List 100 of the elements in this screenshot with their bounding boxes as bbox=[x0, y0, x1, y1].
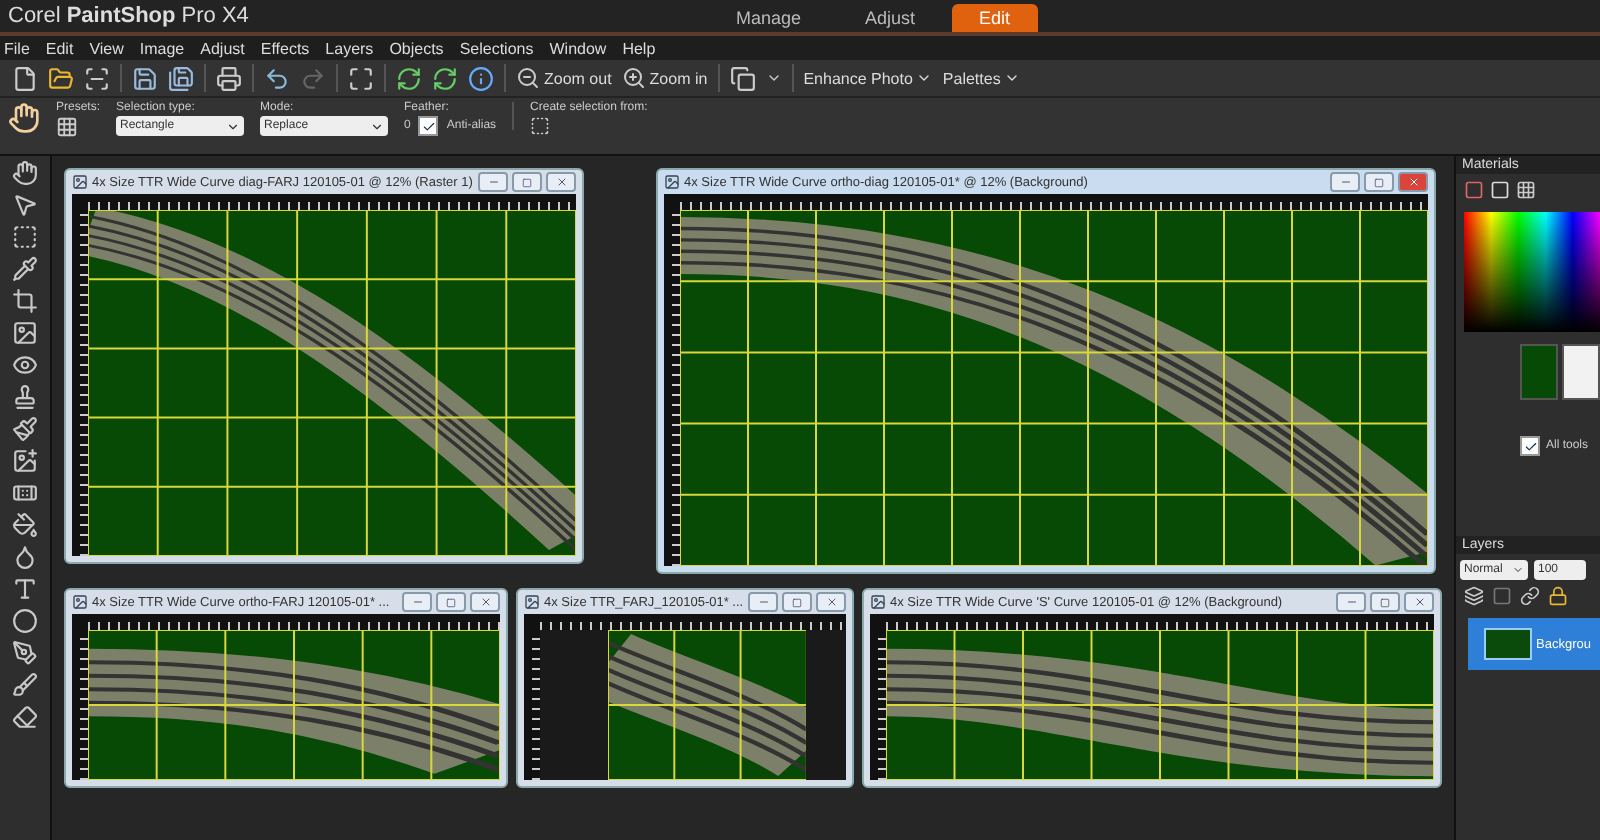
undo-icon[interactable] bbox=[264, 65, 290, 91]
info-icon[interactable] bbox=[468, 65, 494, 91]
scan-icon[interactable] bbox=[84, 65, 110, 91]
image-icon bbox=[72, 174, 88, 190]
minimize-icon bbox=[1339, 176, 1351, 188]
enhance-photo-button[interactable]: Enhance Photo bbox=[803, 69, 933, 87]
menu-item[interactable]: File bbox=[4, 39, 30, 57]
minimize-icon bbox=[487, 176, 499, 188]
minimize-icon bbox=[757, 596, 769, 608]
caret-icon bbox=[916, 70, 933, 86]
restore-icon bbox=[446, 597, 456, 607]
eraser-icon[interactable] bbox=[12, 704, 38, 730]
restore-button[interactable] bbox=[436, 592, 466, 612]
eye-icon[interactable] bbox=[12, 352, 38, 378]
circle-icon[interactable] bbox=[12, 608, 38, 634]
close-button[interactable] bbox=[470, 592, 500, 612]
restore-button[interactable] bbox=[1370, 592, 1400, 612]
workspace-tab[interactable]: Manage bbox=[708, 4, 830, 32]
zoom-in-button[interactable]: Zoom in bbox=[621, 66, 708, 90]
minimize-icon bbox=[411, 596, 423, 608]
droplet-icon[interactable] bbox=[12, 544, 38, 570]
save-as-icon[interactable] bbox=[168, 65, 194, 91]
pointer-icon[interactable] bbox=[12, 192, 38, 218]
caret-icon bbox=[226, 119, 241, 133]
text-icon[interactable] bbox=[12, 576, 38, 602]
new-file-icon[interactable] bbox=[12, 65, 38, 91]
close-button[interactable] bbox=[546, 172, 576, 192]
picture-icon[interactable] bbox=[12, 320, 38, 346]
caret-icon bbox=[1004, 70, 1021, 86]
print-icon[interactable] bbox=[216, 65, 242, 91]
hand-icon[interactable] bbox=[8, 102, 40, 134]
close-button[interactable] bbox=[1404, 592, 1434, 612]
brush-icon[interactable] bbox=[12, 672, 38, 698]
rotate-icon[interactable] bbox=[432, 65, 458, 91]
restore-icon bbox=[792, 597, 802, 607]
resize-icon[interactable] bbox=[348, 65, 374, 91]
app-title: Corel PaintShop Pro X4 bbox=[8, 4, 251, 28]
selection-icon[interactable] bbox=[12, 224, 38, 250]
presets-icon[interactable] bbox=[56, 116, 78, 138]
menu-item[interactable]: Selections bbox=[459, 39, 534, 57]
palette-tab-icon[interactable] bbox=[1516, 180, 1536, 200]
picture-icon[interactable] bbox=[12, 448, 38, 474]
bucket-icon[interactable] bbox=[12, 512, 38, 538]
zoom-in-icon bbox=[621, 66, 646, 90]
menu-item[interactable]: Edit bbox=[45, 39, 74, 57]
image-icon bbox=[524, 594, 540, 610]
image-icon bbox=[870, 594, 886, 610]
restore-icon bbox=[522, 177, 532, 187]
foreground-swatch[interactable] bbox=[1520, 344, 1558, 400]
background-swatch[interactable] bbox=[1562, 344, 1600, 400]
restore-button[interactable] bbox=[512, 172, 542, 192]
selection-icon[interactable] bbox=[530, 116, 551, 136]
rotate-icon[interactable] bbox=[396, 65, 422, 91]
menu-item[interactable]: View bbox=[89, 39, 124, 57]
image-icon bbox=[72, 594, 88, 610]
save-icon[interactable] bbox=[132, 65, 158, 91]
lock-icon[interactable] bbox=[1548, 586, 1568, 606]
menu-item[interactable]: Image bbox=[139, 39, 185, 57]
close-icon bbox=[555, 176, 567, 188]
anti-alias-checkbox[interactable] bbox=[418, 116, 439, 136]
image-icon bbox=[664, 174, 680, 190]
zoom-out-button[interactable]: Zoom out bbox=[516, 66, 612, 90]
close-icon bbox=[1413, 596, 1425, 608]
minimize-icon bbox=[1345, 596, 1357, 608]
workspace-tab[interactable]: Edit bbox=[951, 4, 1039, 32]
restore-button[interactable] bbox=[782, 592, 812, 612]
restore-button[interactable] bbox=[1364, 172, 1394, 192]
menu-item[interactable]: Help bbox=[622, 39, 656, 57]
folder-icon[interactable] bbox=[48, 65, 74, 91]
caret-icon bbox=[1512, 564, 1524, 576]
layer-thumbnail bbox=[1484, 628, 1532, 660]
hand-icon[interactable] bbox=[12, 160, 38, 186]
paintbrush-icon[interactable] bbox=[12, 416, 38, 442]
stamp-icon[interactable] bbox=[12, 384, 38, 410]
pen-icon[interactable] bbox=[12, 640, 38, 666]
close-button[interactable] bbox=[816, 592, 846, 612]
restore-icon bbox=[1374, 177, 1384, 187]
menu-item[interactable]: Effects bbox=[260, 39, 310, 57]
caret-icon bbox=[370, 119, 385, 133]
close-button[interactable] bbox=[1398, 172, 1428, 192]
caret-icon[interactable] bbox=[765, 70, 782, 86]
restore-icon bbox=[1380, 597, 1390, 607]
close-icon bbox=[825, 596, 837, 608]
menu-item[interactable]: Objects bbox=[389, 39, 444, 57]
layers-icon[interactable] bbox=[1464, 586, 1484, 606]
menu-item[interactable]: Adjust bbox=[200, 39, 245, 57]
copy-icon[interactable] bbox=[729, 65, 756, 91]
palettes-button[interactable]: Palettes bbox=[942, 69, 1021, 87]
link-icon[interactable] bbox=[1520, 586, 1540, 606]
all-tools-checkbox[interactable] bbox=[1520, 436, 1540, 456]
close-icon bbox=[479, 596, 491, 608]
crop-icon[interactable] bbox=[12, 288, 38, 314]
menu-item[interactable]: Layers bbox=[325, 39, 374, 57]
bandage-icon[interactable] bbox=[12, 480, 38, 506]
mask-icon[interactable] bbox=[1492, 586, 1512, 606]
color-spectrum[interactable] bbox=[1464, 212, 1600, 332]
menu-item[interactable]: Window bbox=[549, 39, 607, 57]
dropper-icon[interactable] bbox=[12, 256, 38, 282]
workspace-tab[interactable]: Adjust bbox=[837, 4, 944, 32]
zoom-out-icon bbox=[516, 66, 540, 90]
